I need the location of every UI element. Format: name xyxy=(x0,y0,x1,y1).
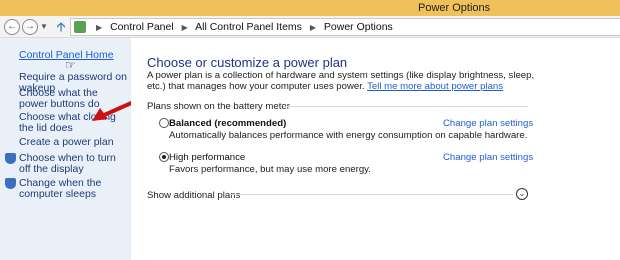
control-panel-icon xyxy=(74,21,86,33)
back-button[interactable]: ← xyxy=(4,19,20,35)
forward-button[interactable]: → xyxy=(22,19,38,35)
chevron-right-icon: ▶ xyxy=(96,23,103,32)
show-additional-plans[interactable]: Show additional plans xyxy=(147,190,240,201)
breadcrumb-control-panel[interactable]: Control Panel xyxy=(110,21,174,33)
plan-name-balanced[interactable]: Balanced (recommended) xyxy=(169,118,286,129)
plan-radio-balanced[interactable] xyxy=(159,118,169,128)
intro-text: A power plan is a collection of hardware… xyxy=(147,70,542,92)
shield-icon xyxy=(5,153,16,164)
address-bar[interactable]: ▶ Control Panel ▶ All Control Panel Item… xyxy=(70,18,620,36)
breadcrumb-all-items[interactable]: All Control Panel Items xyxy=(195,21,302,33)
learn-more-link[interactable]: Tell me more about power plans xyxy=(367,81,503,92)
change-plan-settings-high-performance[interactable]: Change plan settings xyxy=(443,152,533,163)
recent-pages-dropdown[interactable]: ▼ xyxy=(40,22,48,31)
title-bar: Power Options xyxy=(0,0,620,16)
breadcrumb-power-options[interactable]: Power Options xyxy=(324,21,393,33)
page-title: Choose or customize a power plan xyxy=(147,55,348,70)
change-plan-settings-balanced[interactable]: Change plan settings xyxy=(443,118,533,129)
window-title: Power Options xyxy=(418,2,491,14)
plan-name-high-performance[interactable]: High performance xyxy=(169,152,245,163)
plan-description-high-performance: Favors performance, but may use more ene… xyxy=(169,164,371,175)
sidebar-link-computer-sleeps[interactable]: Change when the computer sleeps xyxy=(19,178,119,200)
section-label: Plans shown on the battery meter xyxy=(147,101,290,112)
sidebar-link-create-plan[interactable]: Create a power plan xyxy=(19,137,114,148)
show-more-divider xyxy=(231,194,513,195)
sidebar-link-display-off[interactable]: Choose when to turn off the display xyxy=(19,153,119,175)
up-arrow-button[interactable]: 🡩 xyxy=(54,19,68,35)
navigation-bar: ← → ▼ 🡩 ▶ Control Panel ▶ All Control Pa… xyxy=(0,16,620,38)
chevron-right-icon[interactable]: ▶ xyxy=(182,23,188,32)
plan-radio-high-performance[interactable] xyxy=(159,152,169,162)
chevron-right-icon[interactable]: ▶ xyxy=(310,23,316,32)
plan-description-balanced: Automatically balances performance with … xyxy=(169,130,528,141)
chevron-down-icon[interactable]: ⌄ xyxy=(516,188,528,200)
hand-cursor-icon: ☞ xyxy=(65,58,76,72)
breadcrumb: ▶ Control Panel ▶ All Control Panel Item… xyxy=(91,21,393,33)
main-content: Choose or customize a power plan A power… xyxy=(131,38,620,260)
shield-icon xyxy=(5,178,16,189)
section-divider xyxy=(283,106,528,107)
